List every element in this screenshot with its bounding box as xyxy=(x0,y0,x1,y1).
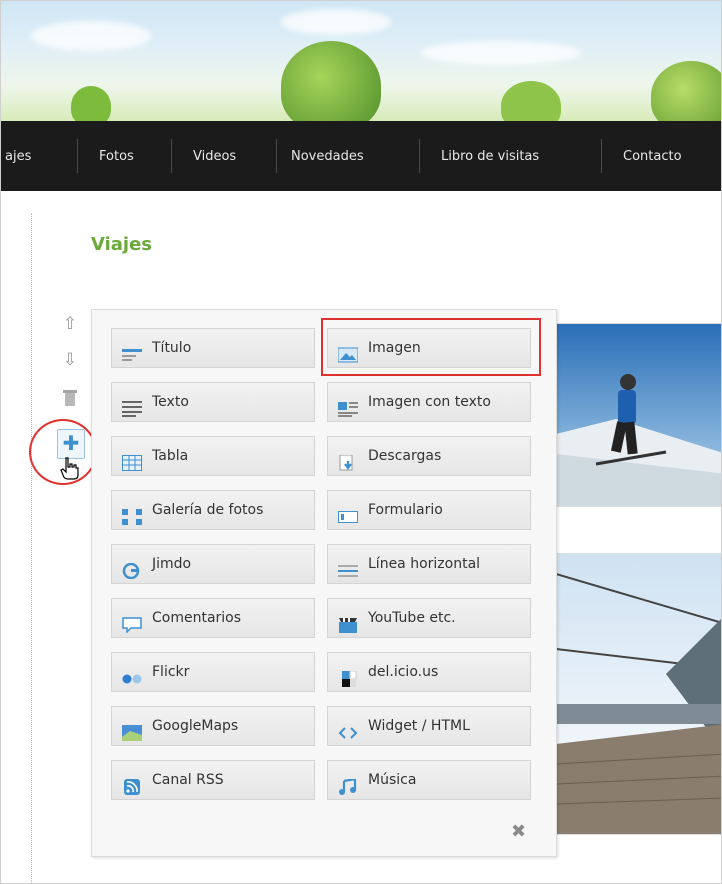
add-music-button[interactable]: Música xyxy=(327,760,531,800)
downloads-icon xyxy=(338,448,358,471)
nav-item-fotos[interactable]: Fotos xyxy=(99,143,134,171)
add-image-with-text-button[interactable]: Imagen con texto xyxy=(327,382,531,422)
delicious-icon xyxy=(338,664,358,687)
nav-item-videos[interactable]: Videos xyxy=(193,143,236,171)
page-frame: ajes Fotos Videos Novedades Libro de vis… xyxy=(0,0,722,884)
add-widget-html-button[interactable]: Widget / HTML xyxy=(327,706,531,746)
add-flickr-button[interactable]: Flickr xyxy=(111,652,315,692)
add-text-button[interactable]: Texto xyxy=(111,382,315,422)
content-border xyxy=(31,213,32,883)
add-delicious-button[interactable]: del.icio.us xyxy=(327,652,531,692)
move-down-icon[interactable]: ⇩ xyxy=(59,349,81,371)
image-with-text-icon xyxy=(338,394,358,417)
jimdo-icon xyxy=(122,556,142,580)
form-icon xyxy=(338,502,358,523)
music-icon xyxy=(338,772,358,795)
rss-icon xyxy=(122,772,142,795)
text-icon xyxy=(122,394,142,417)
add-comments-button[interactable]: Comentarios xyxy=(111,598,315,638)
horizontal-line-icon xyxy=(338,556,358,577)
table-icon xyxy=(122,448,142,471)
move-up-icon[interactable]: ⇧ xyxy=(59,313,81,335)
comments-icon xyxy=(122,610,142,634)
annotation-highlight-box xyxy=(321,318,541,376)
flickr-icon xyxy=(122,664,142,684)
add-photo-gallery-button[interactable]: Galería de fotos xyxy=(111,490,315,530)
photo-gallery-icon xyxy=(122,502,142,525)
nav-item-novedades[interactable]: Novedades xyxy=(291,143,364,171)
googlemaps-icon xyxy=(122,718,142,741)
title-icon xyxy=(122,340,142,361)
add-downloads-button[interactable]: Descargas xyxy=(327,436,531,476)
add-jimdo-button[interactable]: Jimdo xyxy=(111,544,315,584)
nav-item-contacto[interactable]: Contacto xyxy=(623,143,682,171)
youtube-icon xyxy=(338,610,358,633)
page-title: Viajes xyxy=(91,234,153,255)
add-youtube-button[interactable]: YouTube etc. xyxy=(327,598,531,638)
nav-item-libro-de-visitas[interactable]: Libro de visitas xyxy=(441,143,539,171)
ski-photo xyxy=(555,323,721,507)
add-title-button[interactable]: Título xyxy=(111,328,315,368)
add-table-button[interactable]: Tabla xyxy=(111,436,315,476)
widget-html-icon xyxy=(338,718,358,739)
nav-item-viajes[interactable]: ajes xyxy=(5,143,31,171)
add-rss-button[interactable]: Canal RSS xyxy=(111,760,315,800)
trash-icon[interactable] xyxy=(59,389,81,411)
boat-photo xyxy=(555,553,721,835)
add-horizontal-line-button[interactable]: Línea horizontal xyxy=(327,544,531,584)
annotation-circle xyxy=(29,419,97,485)
add-googlemaps-button[interactable]: GoogleMaps xyxy=(111,706,315,746)
main-nav: ajes Fotos Videos Novedades Libro de vis… xyxy=(1,121,721,191)
close-icon[interactable]: ✖ xyxy=(511,821,526,842)
add-form-button[interactable]: Formulario xyxy=(327,490,531,530)
header-banner xyxy=(1,1,721,121)
